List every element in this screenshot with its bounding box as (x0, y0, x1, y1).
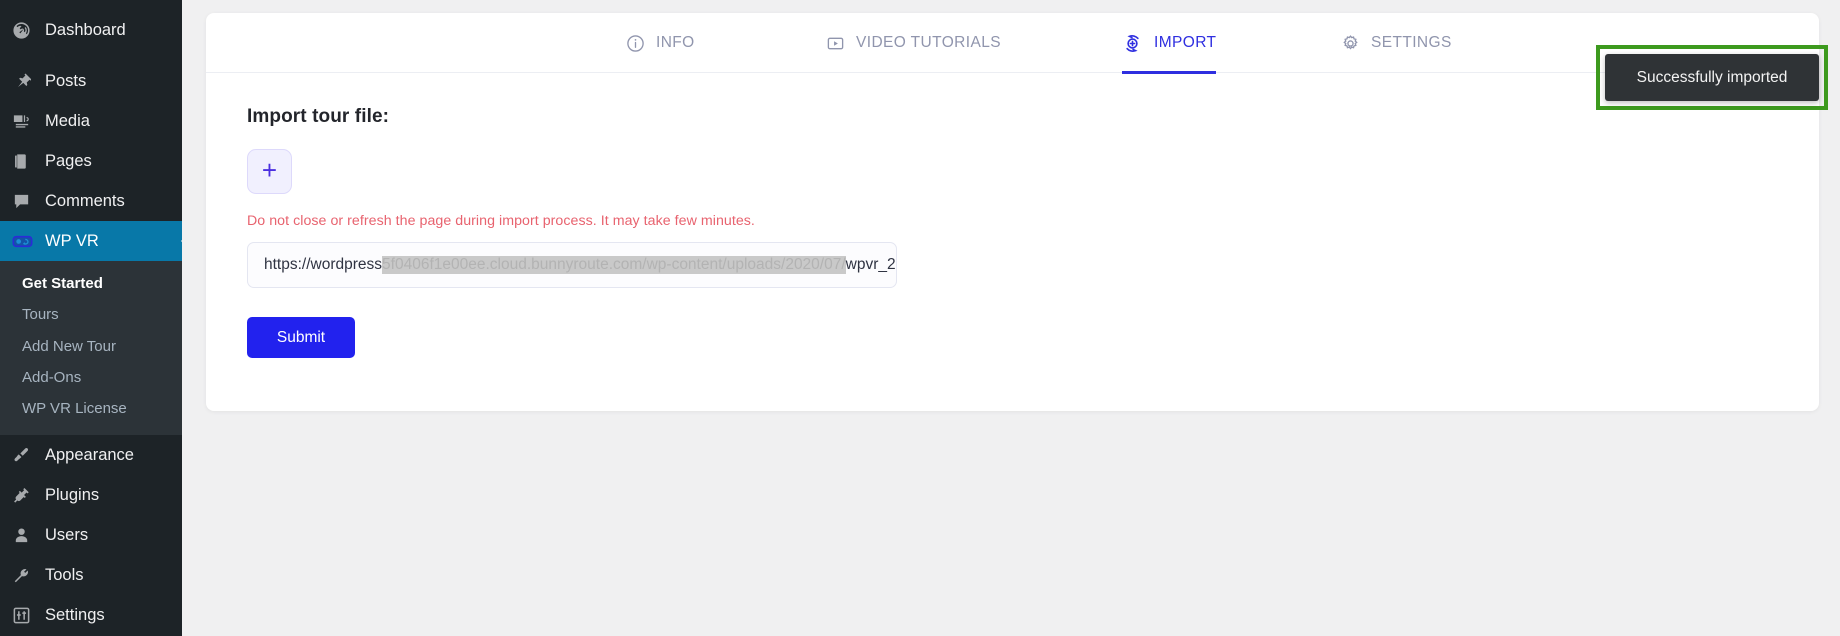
sidebar-item-appearance[interactable]: Appearance (0, 435, 182, 475)
sidebar-item-tools[interactable]: Tools (0, 555, 182, 595)
sidebar-item-label: Posts (45, 71, 87, 90)
sidebar-item-comments[interactable]: Comments (0, 181, 182, 221)
sidebar-item-dashboard[interactable]: Dashboard (0, 10, 182, 50)
tab-label: INFO (656, 34, 695, 51)
sidebar-divider (0, 50, 182, 61)
tab-video-tutorials[interactable]: VIDEO TUTORIALS (826, 13, 1001, 73)
wrench-icon (12, 566, 38, 585)
pages-icon (12, 152, 38, 171)
sidebar-item-label: Media (45, 111, 90, 130)
sidebar-item-media[interactable]: Media (0, 101, 182, 141)
dashboard-icon (12, 21, 38, 40)
sidebar-item-label: Users (45, 526, 89, 544)
tab-info[interactable]: INFO (626, 13, 695, 73)
sliders-icon (12, 606, 38, 625)
sidebar-item-label: Pages (45, 151, 92, 170)
sidebar-item-label: WP VR (45, 231, 99, 250)
gear-icon (1341, 34, 1360, 53)
tab-label: VIDEO TUTORIALS (856, 34, 1001, 51)
sidebar-item-wp-vr[interactable]: WP VR (0, 221, 182, 261)
comments-icon (12, 192, 38, 211)
toast-message: Successfully imported (1636, 68, 1788, 86)
wordpress-admin-screen: Dashboard Posts Media Pages Comments WP … (0, 0, 1840, 636)
import-warning-text: Do not close or refresh the page during … (247, 213, 755, 229)
plug-icon (12, 486, 38, 505)
pin-icon (12, 72, 38, 91)
brush-icon (12, 446, 38, 465)
sidebar-item-pages[interactable]: Pages (0, 141, 182, 181)
sidebar-item-plugins[interactable]: Plugins (0, 475, 182, 515)
tab-settings[interactable]: SETTINGS (1341, 13, 1452, 73)
sidebar-item-label: Plugins (45, 486, 100, 504)
import-sync-icon (1122, 33, 1143, 54)
user-icon (12, 526, 38, 545)
url-prefix: https://wordpress (264, 256, 383, 273)
admin-sidebar: Dashboard Posts Media Pages Comments WP … (0, 0, 182, 636)
vr-goggles-icon (12, 231, 38, 252)
add-file-button[interactable]: + (247, 149, 292, 194)
video-play-icon (826, 34, 845, 53)
sidebar-item-label: Tools (45, 566, 84, 584)
info-circle-icon (626, 34, 645, 53)
panel-tabbar: INFO VIDEO TUTORIALS IMPORT SETTINGS (206, 13, 1819, 74)
page-title: Import tour file: (247, 106, 390, 127)
import-url-input[interactable]: https://wordpress 5f0406f1e00ee.cloud.bun… (247, 242, 897, 288)
sidebar-item-label: Appearance (45, 446, 134, 464)
sidebar-subitem-wp-vr-license[interactable]: WP VR License (0, 393, 182, 424)
sidebar-item-label: Settings (45, 606, 105, 624)
sidebar-item-posts[interactable]: Posts (0, 61, 182, 101)
status-toast: Successfully imported (1605, 54, 1819, 101)
sidebar-subitem-tours[interactable]: Tours (0, 299, 182, 330)
tab-label: IMPORT (1154, 34, 1217, 51)
tab-label: SETTINGS (1371, 34, 1452, 51)
submit-button[interactable]: Submit (247, 317, 355, 358)
wp-vr-submenu: Get Started Tours Add New Tour Add-Ons W… (0, 261, 182, 436)
sidebar-item-users[interactable]: Users (0, 515, 182, 555)
sidebar-subitem-get-started[interactable]: Get Started (0, 268, 182, 299)
plus-icon: + (261, 155, 278, 185)
sidebar-item-settings[interactable]: Settings (0, 595, 182, 635)
sidebar-item-label: Dashboard (45, 20, 126, 39)
main-content: INFO VIDEO TUTORIALS IMPORT SETTINGS Imp… (182, 0, 1840, 636)
wp-vr-panel-card: INFO VIDEO TUTORIALS IMPORT SETTINGS Imp… (206, 13, 1828, 411)
import-panel-body: Import tour file: + Do not close or refr… (206, 73, 1819, 358)
url-suffix: wpvr_2 (845, 256, 896, 273)
tab-import[interactable]: IMPORT (1122, 13, 1217, 74)
sidebar-subitem-add-ons[interactable]: Add-Ons (0, 362, 182, 393)
sidebar-subitem-add-new-tour[interactable]: Add New Tour (0, 331, 182, 362)
url-selected-text: 5f0406f1e00ee.cloud.bunnyroute.com/wp-co… (382, 256, 846, 274)
media-icon (12, 112, 38, 131)
sidebar-item-label: Comments (45, 191, 125, 210)
